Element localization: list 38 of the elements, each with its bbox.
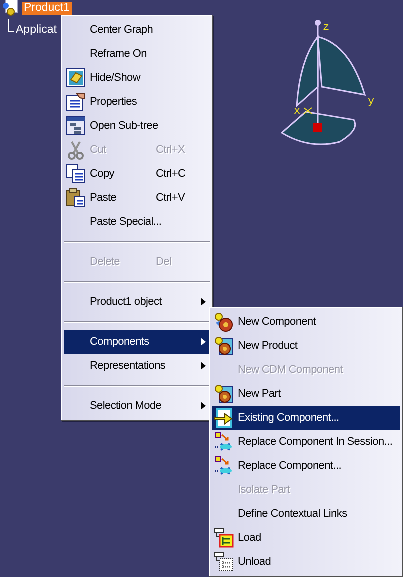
- gear-icon: [214, 336, 234, 356]
- submenu-arrow-icon: [201, 402, 206, 410]
- menu-item[interactable]: Reframe On: [64, 42, 210, 66]
- menu-item[interactable]: Representations: [64, 354, 210, 378]
- tree-icon: [214, 552, 234, 572]
- tree-icon: [214, 528, 234, 548]
- product-icon: [2, 0, 20, 17]
- menu-item[interactable]: Hide/Show: [64, 66, 210, 90]
- menu-item[interactable]: Define Contextual Links: [212, 502, 400, 526]
- scissors-icon: [66, 140, 86, 160]
- menu-item[interactable]: New Product: [212, 334, 400, 358]
- menu-item[interactable]: Product1 object: [64, 290, 210, 314]
- menu-item[interactable]: Copy Ctrl+C: [64, 162, 210, 186]
- menu-item[interactable]: Load: [212, 526, 400, 550]
- axis-label: z: [323, 22, 330, 34]
- menu-item[interactable]: Components: [64, 330, 210, 354]
- menu-item[interactable]: Replace Component...: [212, 454, 400, 478]
- gear-icon: [214, 312, 234, 332]
- axis-label: y: [368, 96, 375, 108]
- axis-label: x: [294, 106, 301, 118]
- menu-item[interactable]: Open Sub-tree: [64, 114, 210, 138]
- tree-icon: [66, 116, 86, 136]
- menu-item[interactable]: Center Graph: [64, 18, 210, 42]
- menu-item[interactable]: Unload: [212, 550, 400, 574]
- submenu-arrow-icon: [201, 298, 206, 306]
- arrow-icon: [214, 408, 234, 428]
- menu-item[interactable]: Properties: [64, 90, 210, 114]
- menu-item[interactable]: Paste Ctrl+V: [64, 186, 210, 210]
- menu-item[interactable]: New Part: [212, 382, 400, 406]
- menu-item[interactable]: Replace Component In Session...: [212, 430, 400, 454]
- gear-icon: [214, 384, 234, 404]
- menu-item[interactable]: New Component: [212, 310, 400, 334]
- menu-item[interactable]: Paste Special...: [64, 210, 210, 234]
- menu-item[interactable]: Selection Mode: [64, 394, 210, 418]
- tree-node[interactable]: Applicat: [14, 24, 59, 36]
- submenu-arrow-icon: [201, 362, 206, 370]
- menu-item[interactable]: Existing Component...: [212, 406, 400, 430]
- submenu-arrow-icon: [201, 338, 206, 346]
